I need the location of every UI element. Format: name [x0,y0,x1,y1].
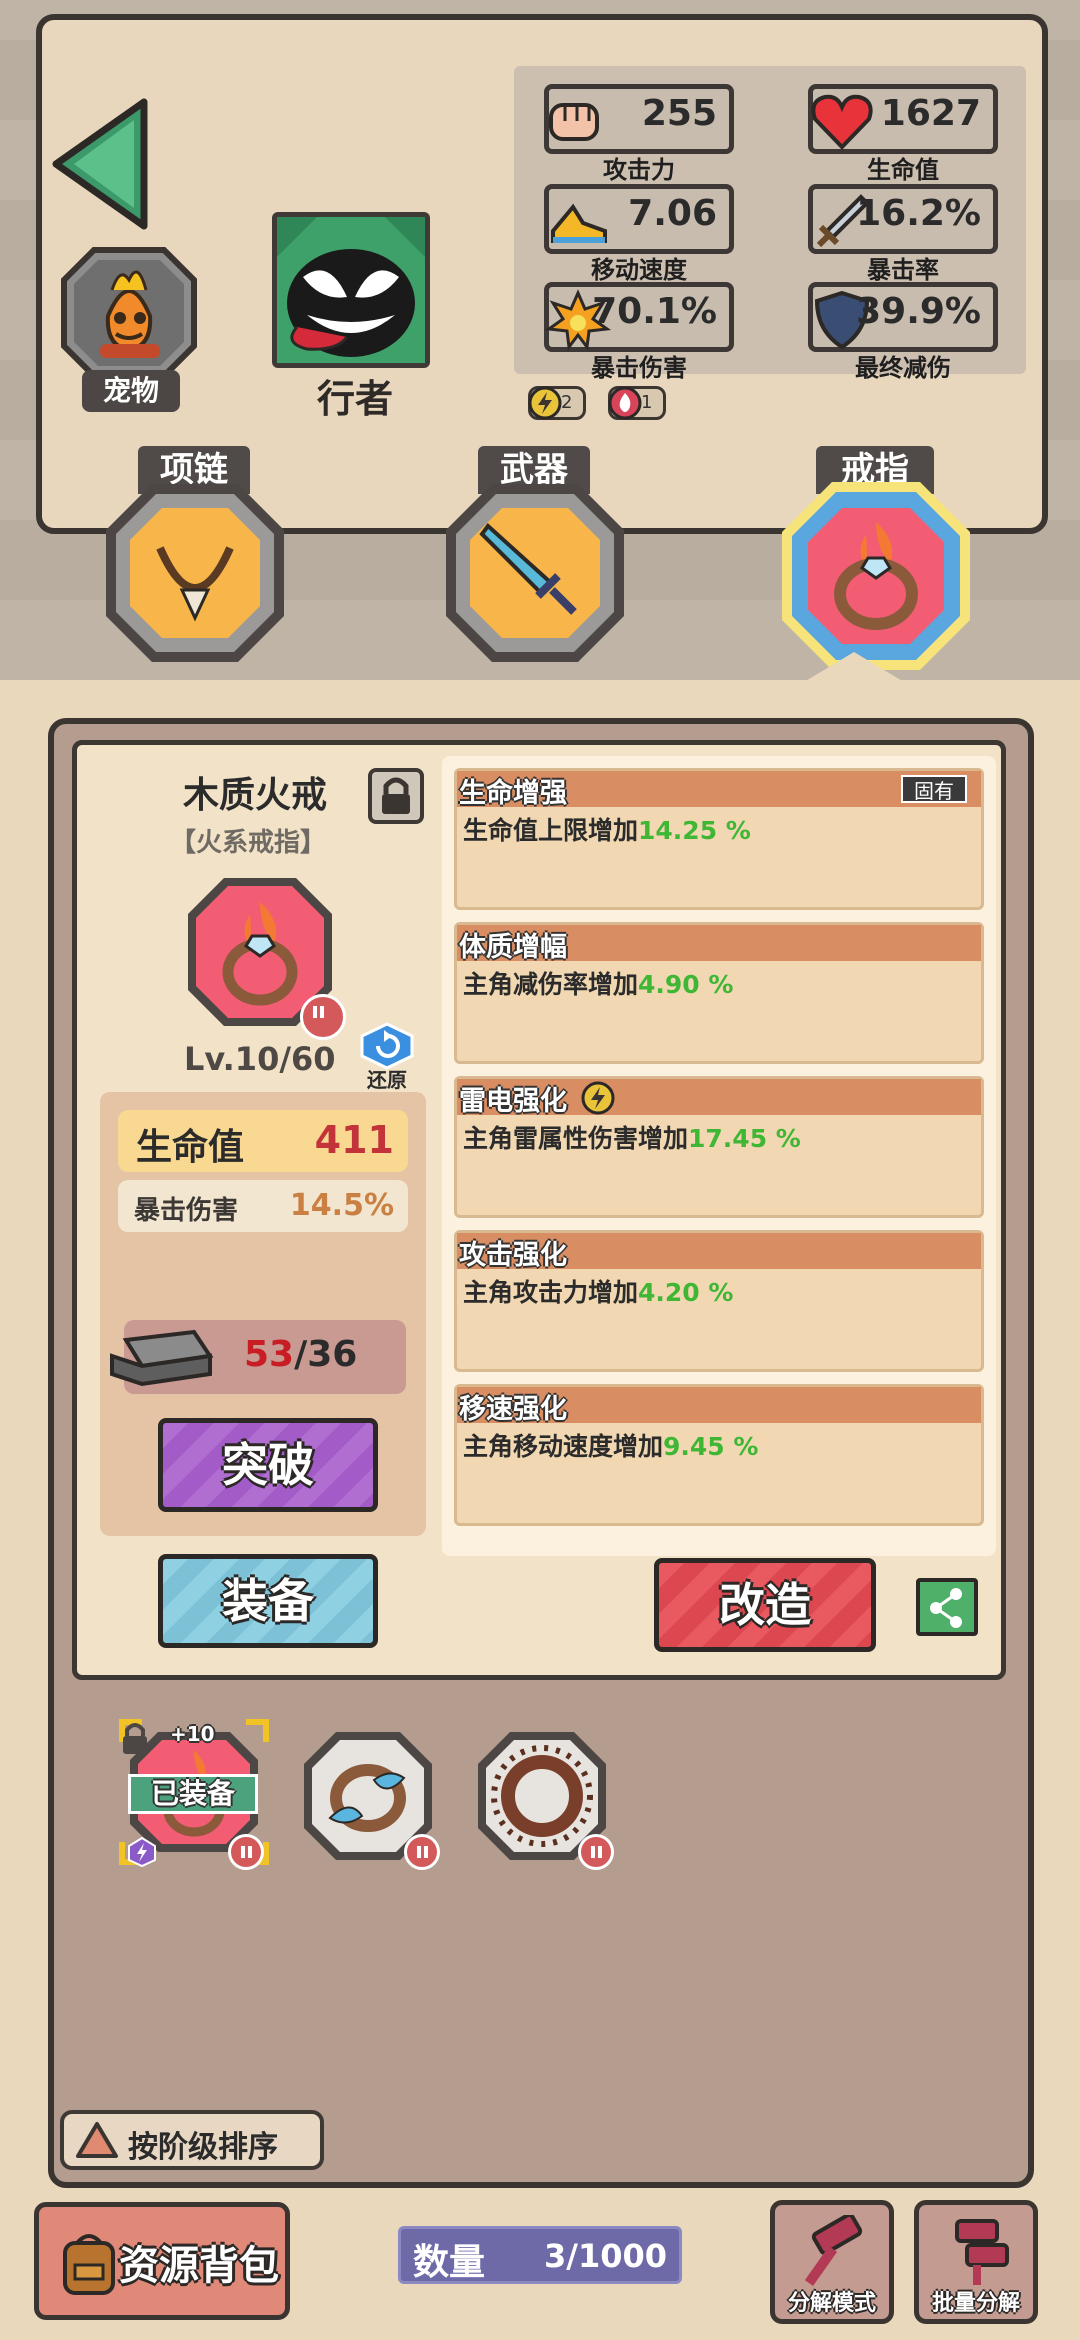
restore-button[interactable]: 还原 [356,1022,418,1092]
ring-slot-selected[interactable] [778,478,974,674]
count-label: 数量 [413,2242,486,2283]
hero-label: 行者 [316,377,393,421]
restore-icon [360,1022,414,1070]
item-name: 木质火戒 [182,775,327,816]
affix-5: 移速强化 主角移动速度增加9.45 % [454,1384,984,1526]
damage-reduction-stat: 39.9% [808,282,998,352]
sort-by-tier-button[interactable]: 按阶级排序 [60,2110,324,2170]
enhance-level: +10 [170,1722,215,1746]
rarity-badge-icon [404,1834,440,1870]
hp-label: 生命值 [867,156,939,184]
batch-hammer-icon [955,2219,1009,2285]
rarity-badge-icon [300,994,346,1040]
hero-portrait[interactable] [272,212,430,368]
pet-label: 宠物 [82,370,180,412]
break-through-button[interactable]: 突破 [158,1418,378,1512]
fist-icon [549,103,599,141]
innate-tag: 固有 [901,775,967,803]
necklace-slot[interactable] [100,478,290,668]
sub-stat-row: 暴击伤害 14.5% [118,1180,408,1232]
rarity-badge-icon [228,1834,264,1870]
lock-icon [123,1723,147,1754]
rarity-badge-icon [578,1834,614,1870]
back-arrow-icon[interactable] [46,94,156,234]
lightning-icon [528,386,562,420]
main-stat-label: 生命值 [136,1127,245,1168]
pet-portrait[interactable] [60,246,198,380]
fire-icon [608,386,642,420]
restore-label: 还原 [367,1068,407,1092]
venom-hero-icon [277,217,425,363]
lock-icon [382,777,410,814]
lightning-badge[interactable]: 2 [528,386,586,420]
item-level: Lv.10/60 [184,1040,336,1078]
triangle-sort-icon [76,2122,118,2158]
heart-icon [811,94,873,150]
sub-stat-label: 暴击伤害 [134,1196,239,1226]
share-button[interactable] [916,1578,978,1636]
equipped-tag: 已装备 [128,1774,258,1814]
batch-decompose-button[interactable]: 批量分解 [914,2200,1038,2324]
decompose-mode-button[interactable]: 分解模式 [770,2200,894,2324]
hp-stat: 1627 [808,84,998,154]
affix-4: 攻击强化 主角攻击力增加4.20 % [454,1230,984,1372]
speed-label: 移动速度 [591,256,687,284]
speed-stat: 7.06 [544,184,734,254]
share-icon [930,1588,962,1628]
main-stat-value: 411 [314,1118,394,1162]
attack-label: 攻击力 [603,156,675,184]
material-count: 53/36 [244,1334,358,1375]
shoe-icon [551,203,607,243]
equip-button[interactable]: 装备 [158,1554,378,1648]
iron-ingot-icon [110,1329,214,1387]
weapon-slot[interactable] [440,478,630,668]
sub-stat-value: 14.5% [289,1188,394,1223]
attack-stat: 255 [544,84,734,154]
selected-slot-pointer [804,652,904,682]
crit-damage-stat: 70.1% [544,282,734,352]
item-count-bar: 数量 3/1000 [398,2226,682,2284]
item-type: 【火系戒指】 [170,828,327,858]
resource-bag-button[interactable]: 资源背包 [34,2202,290,2320]
fire-badge[interactable]: 1 [608,386,666,420]
crit-damage-label: 暴击伤害 [591,354,687,382]
crit-rate-label: 暴击率 [867,256,939,284]
backpack-icon [63,2234,115,2295]
lightning-element-icon [128,1836,156,1868]
main-stat-row: 生命值 411 [118,1110,408,1172]
affix-1: 生命增强 固有 生命值上限增加14.25 % [454,768,984,910]
remake-button[interactable]: 改造 [654,1558,876,1652]
affix-2: 体质增幅 主角减伤率增加4.90 % [454,922,984,1064]
damage-reduction-label: 最终减伤 [855,354,951,382]
count-value: 3/1000 [543,2237,667,2275]
crit-rate-stat: 16.2% [808,184,998,254]
lightning-icon [581,1081,615,1115]
lock-button[interactable] [368,768,424,824]
material-bar: 53/36 [110,1320,406,1394]
affix-3: 雷电强化 主角雷属性伤害增加17.45 % [454,1076,984,1218]
hammer-icon [804,2215,863,2286]
stats-panel: 255 攻击力 1627 生命值 7.06 移动速度 16.2% 暴击率 70.… [514,66,1026,382]
